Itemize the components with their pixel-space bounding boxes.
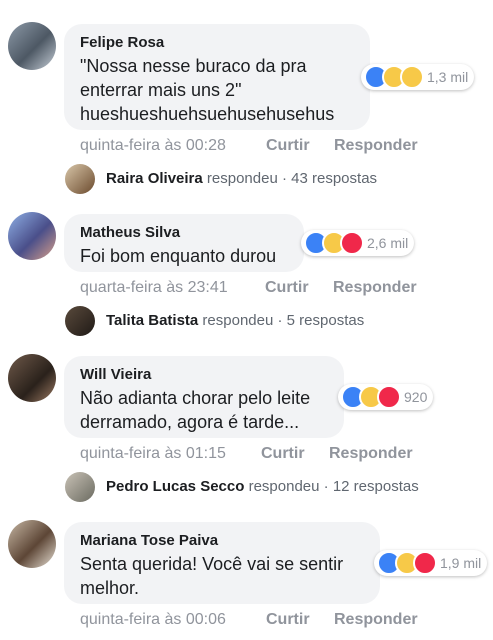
reactions-summary[interactable]: 1,9 mil	[374, 550, 488, 576]
replies-summary[interactable]: Raira Oliveira respondeu · 43 respostas	[106, 170, 377, 187]
comment-author[interactable]: Matheus Silva	[80, 224, 180, 241]
reply-avatar[interactable]	[65, 306, 95, 336]
comment-text: Não adianta chorar pelo leite derramado,…	[80, 388, 311, 432]
love-reaction-icon	[340, 231, 364, 255]
reply-link[interactable]: Responder	[334, 137, 418, 155]
reaction-count: 2,6 mil	[367, 235, 409, 251]
reply-verb: respondeu	[248, 478, 320, 495]
reply-verb: respondeu	[206, 170, 278, 187]
reply-link[interactable]: Responder	[334, 611, 418, 629]
reply-count: · 43 respostas	[281, 170, 378, 187]
like-link[interactable]: Curtir	[265, 279, 309, 297]
reactions-summary[interactable]: 920	[338, 384, 434, 410]
comment-author[interactable]: Felipe Rosa	[80, 34, 164, 51]
wow-reaction-icon	[400, 65, 424, 89]
comment-text: "Nossa nesse buraco da pra enterrar mais…	[80, 56, 335, 124]
reply-avatar[interactable]	[65, 472, 95, 502]
like-link[interactable]: Curtir	[261, 445, 305, 463]
replies-summary[interactable]: Talita Batista respondeu · 5 respostas	[106, 312, 364, 329]
reaction-count: 920	[404, 389, 428, 405]
reply-verb: respondeu	[202, 312, 274, 329]
reply-count: · 5 respostas	[277, 312, 365, 329]
like-link[interactable]: Curtir	[266, 137, 310, 155]
comment-timestamp[interactable]: quarta-feira às 23:41	[80, 279, 228, 297]
comment-text: Senta querida! Você vai se sentir melhor…	[80, 554, 344, 598]
comment-text: Foi bom enquanto durou	[80, 246, 277, 266]
comment-author[interactable]: Mariana Tose Paiva	[80, 532, 218, 549]
love-reaction-icon	[413, 551, 437, 575]
reaction-count: 1,9 mil	[440, 555, 482, 571]
comment-timestamp[interactable]: quinta-feira às 00:28	[80, 137, 226, 155]
like-link[interactable]: Curtir	[266, 611, 310, 629]
comment-timestamp[interactable]: quinta-feira às 00:06	[80, 611, 226, 629]
comment-author[interactable]: Will Vieira	[80, 366, 151, 383]
reaction-count: 1,3 mil	[427, 69, 469, 85]
reactions-summary[interactable]: 2,6 mil	[301, 230, 415, 256]
replies-summary[interactable]: Pedro Lucas Secco respondeu · 12 respost…	[106, 478, 419, 495]
avatar[interactable]	[8, 22, 56, 70]
reply-author: Raira Oliveira	[106, 170, 203, 187]
avatar[interactable]	[8, 354, 56, 402]
avatar[interactable]	[8, 212, 56, 260]
reply-avatar[interactable]	[65, 164, 95, 194]
reply-link[interactable]: Responder	[329, 445, 413, 463]
avatar[interactable]	[8, 520, 56, 568]
comment-timestamp[interactable]: quinta-feira às 01:15	[80, 445, 226, 463]
reactions-summary[interactable]: 1,3 mil	[361, 64, 475, 90]
reply-author: Talita Batista	[106, 312, 199, 329]
reply-count: · 12 respostas	[323, 478, 419, 495]
love-reaction-icon	[377, 385, 401, 409]
reply-author: Pedro Lucas Secco	[106, 478, 245, 495]
reply-link[interactable]: Responder	[333, 279, 417, 297]
